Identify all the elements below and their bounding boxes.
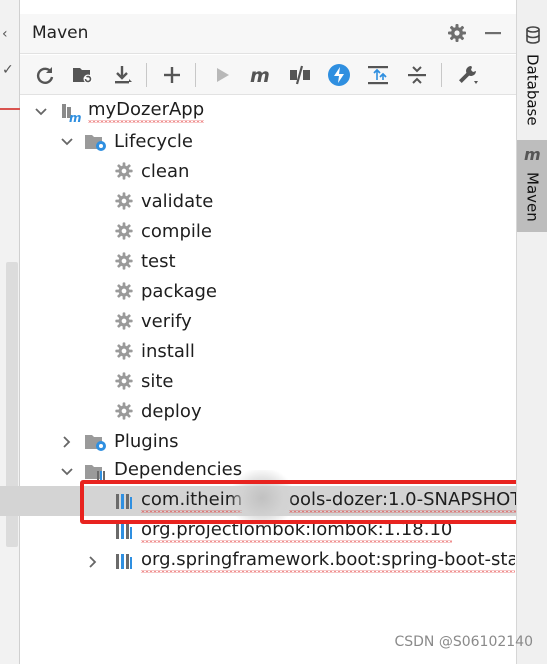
lightning-icon[interactable] <box>326 62 352 88</box>
download-icon[interactable] <box>110 62 136 88</box>
maven-project-icon: m <box>60 101 82 125</box>
project-name: myDozerApp <box>88 99 205 123</box>
maven-tool-window: Maven m m myDozerApp Lifecycle clean val… <box>0 0 522 664</box>
goal-label: validate <box>141 190 214 212</box>
maven-m-icon: m <box>523 145 543 166</box>
plugins-label: Plugins <box>114 430 179 452</box>
toolbar-separator <box>146 63 147 87</box>
gear-icon[interactable] <box>446 22 468 44</box>
plugins-folder-icon <box>84 431 106 451</box>
highlight-box <box>80 480 536 524</box>
maven-toolbar: m <box>20 55 516 95</box>
lifecycle-goal[interactable]: compile <box>20 216 516 246</box>
maven-m-icon[interactable]: m <box>248 62 274 88</box>
svg-text:m: m <box>250 65 270 86</box>
lifecycle-goal[interactable]: clean <box>20 156 516 186</box>
goal-label: test <box>141 250 176 272</box>
gear-icon <box>114 281 134 301</box>
gear-icon <box>114 161 134 181</box>
dependencies-folder-icon <box>84 461 105 481</box>
reload-icon[interactable] <box>32 62 58 88</box>
gear-icon <box>114 341 134 361</box>
right-tool-strip: Database m Maven <box>516 0 547 664</box>
database-tab-label: Database <box>523 54 542 126</box>
lifecycle-goal[interactable]: deploy <box>20 396 516 426</box>
goal-label: verify <box>141 310 192 332</box>
chevron-down-icon[interactable] <box>60 134 74 148</box>
panel-header: Maven <box>20 14 516 54</box>
gear-icon <box>114 221 134 241</box>
goal-label: clean <box>141 160 190 182</box>
tree-item-plugins[interactable]: Plugins <box>20 426 516 456</box>
lifecycle-goal[interactable]: test <box>20 246 516 276</box>
chevron-right-icon[interactable] <box>60 434 74 448</box>
skip-tests-icon[interactable] <box>287 62 313 88</box>
tree-item-lifecycle[interactable]: Lifecycle <box>20 126 516 156</box>
plus-icon[interactable] <box>159 62 185 88</box>
gear-icon <box>114 401 134 421</box>
gear-icon <box>114 251 134 271</box>
dependency-item[interactable]: org.springframework.boot:spring-boot-sta… <box>20 546 516 576</box>
panel-title: Maven <box>32 23 89 43</box>
collapse-all-icon[interactable] <box>404 62 430 88</box>
lifecycle-goal[interactable]: install <box>20 336 516 366</box>
wrench-icon[interactable] <box>455 62 481 88</box>
lifecycle-folder-icon <box>84 131 106 151</box>
library-icon <box>114 551 134 571</box>
checkmark-icon: ✓ <box>2 62 14 78</box>
lifecycle-goal[interactable]: validate <box>20 186 516 216</box>
svg-text:m: m <box>524 146 541 162</box>
lifecycle-label: Lifecycle <box>114 130 193 152</box>
run-icon[interactable] <box>209 62 235 88</box>
chevron-down-icon[interactable] <box>60 464 74 478</box>
chevron-down-icon[interactable] <box>34 104 48 118</box>
gear-icon <box>114 191 134 211</box>
chevron-right-icon[interactable] <box>86 554 100 568</box>
toolbar-separator <box>195 63 196 87</box>
editor-edge: ‹ ✓ <box>0 0 20 664</box>
error-underline <box>0 108 20 110</box>
tree-item-project[interactable]: m myDozerApp <box>20 96 516 126</box>
lifecycle-goal[interactable]: verify <box>20 306 516 336</box>
database-icon <box>525 26 541 48</box>
goal-label: deploy <box>141 400 202 422</box>
toolbar-separator <box>441 63 442 87</box>
chevron-icon: ‹ <box>2 26 8 42</box>
add-folder-icon[interactable] <box>70 62 96 88</box>
goal-label: site <box>141 370 174 392</box>
svg-text:m: m <box>69 111 82 123</box>
goal-label: compile <box>141 220 212 242</box>
gear-icon <box>114 371 134 391</box>
lifecycle-goal[interactable]: site <box>20 366 516 396</box>
watermark: CSDN @S06102140 <box>394 634 533 650</box>
goal-label: install <box>141 340 195 362</box>
database-tab[interactable]: Database <box>517 20 547 132</box>
minimize-icon[interactable] <box>482 22 504 44</box>
lifecycle-goal[interactable]: package <box>20 276 516 306</box>
maven-tab-label: Maven <box>523 172 542 222</box>
library-icon <box>114 521 134 541</box>
expand-all-icon[interactable] <box>365 62 391 88</box>
gear-icon <box>114 311 134 331</box>
dependency-label: org.springframework.boot:spring-boot-sta… <box>141 549 515 573</box>
goal-label: package <box>141 280 217 302</box>
maven-tab[interactable]: m Maven <box>517 140 547 232</box>
